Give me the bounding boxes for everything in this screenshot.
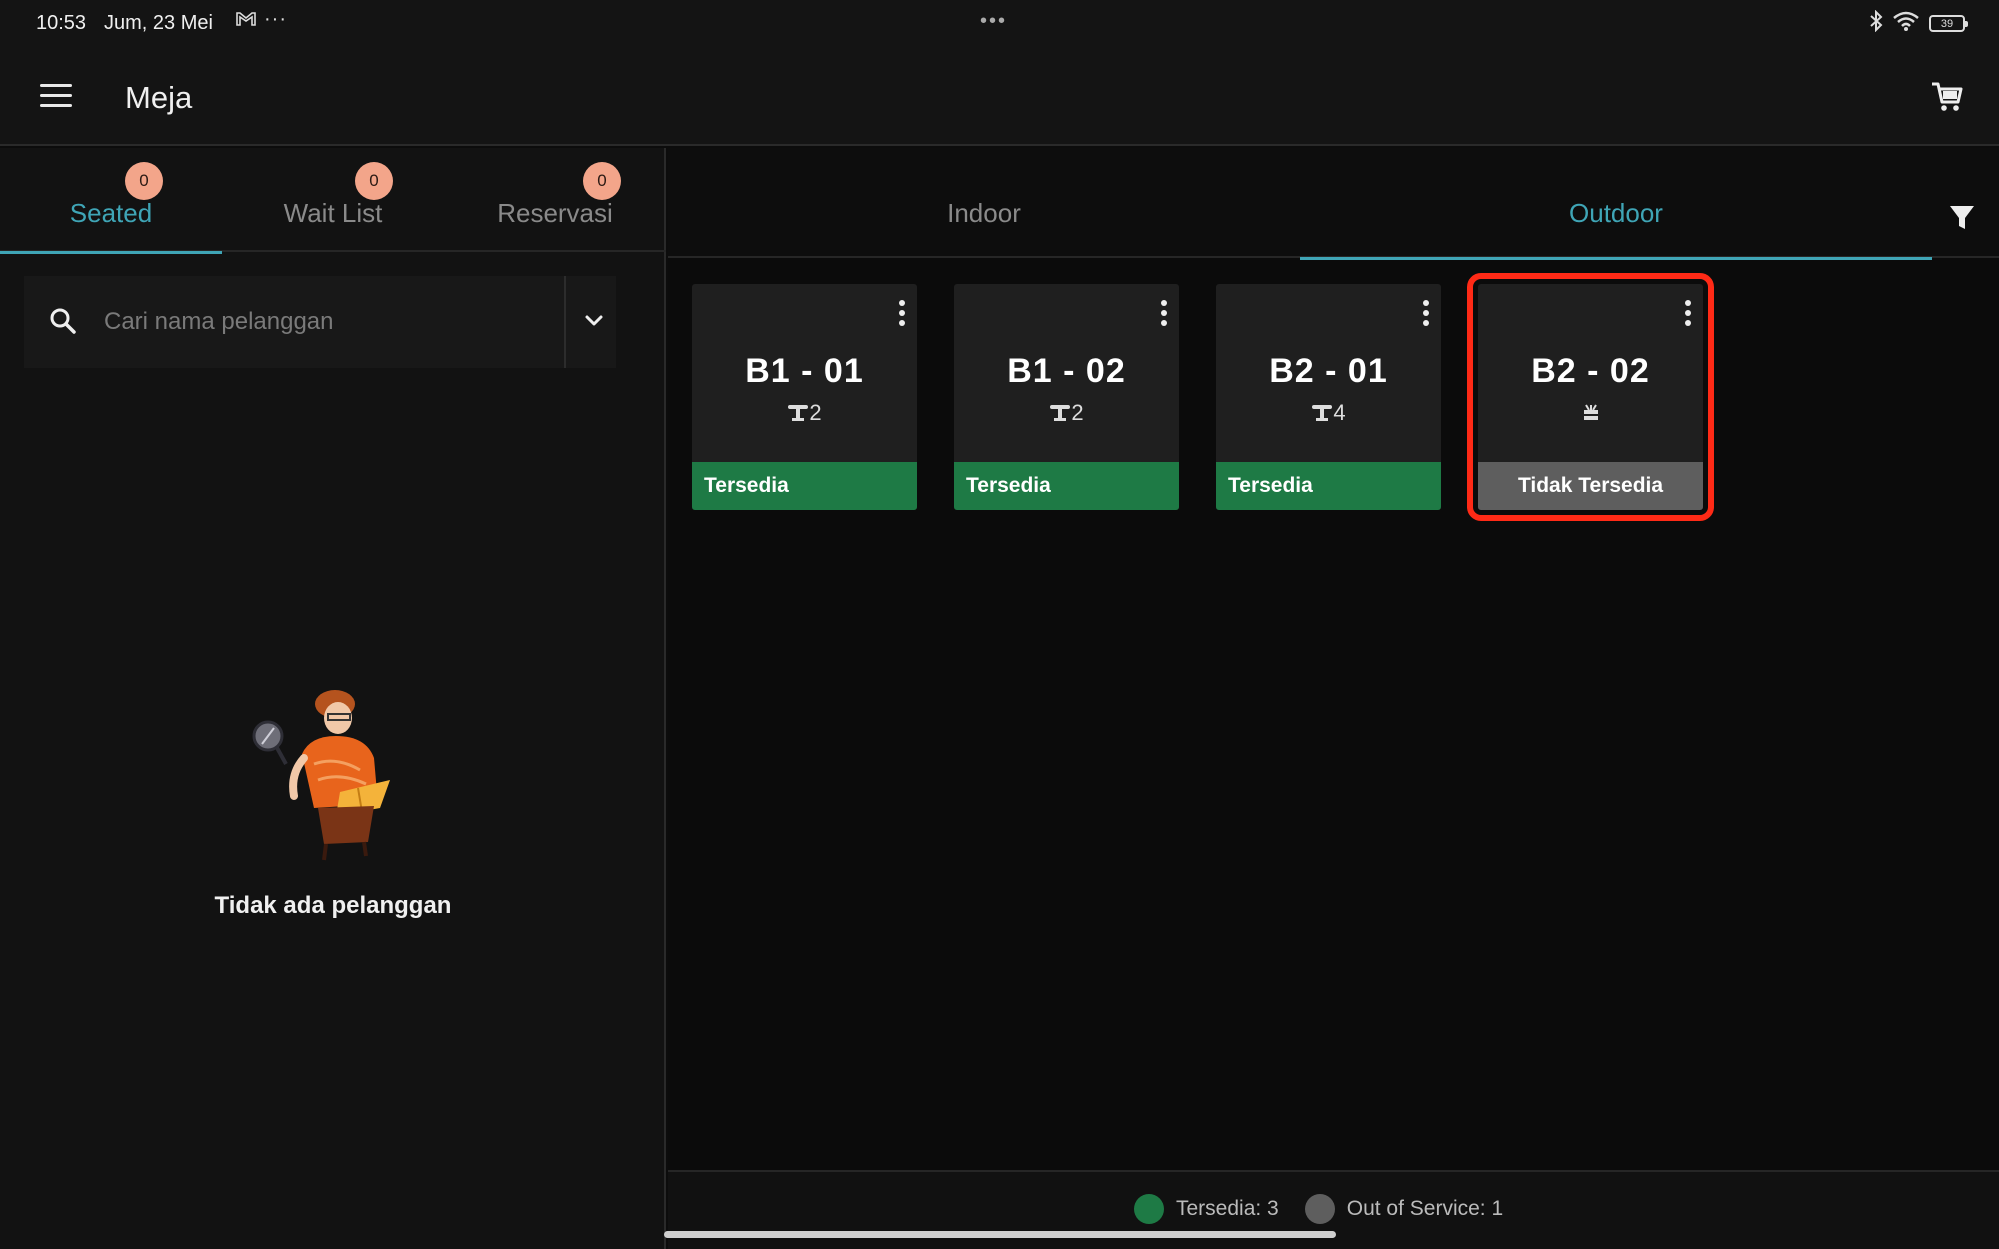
table-name: B2 - 01 xyxy=(1269,352,1388,390)
legend-available: Tersedia: 3 xyxy=(1176,1197,1279,1220)
status-legend: Tersedia: 3 Out of Service: 1 xyxy=(1134,1194,1503,1224)
table-capacity-icon xyxy=(1049,400,1071,425)
seat-count: 2 xyxy=(809,400,822,425)
tab-outdoor[interactable]: Outdoor xyxy=(1300,148,1932,260)
more-vert-icon[interactable] xyxy=(1159,300,1169,330)
status-bar: 10:53 Jum, 23 Mei ··· ••• 39 xyxy=(0,0,1999,46)
status-time: 10:53 xyxy=(36,12,87,34)
available-dot-icon xyxy=(1134,1194,1164,1224)
tab-indoor-label: Indoor xyxy=(947,198,1021,228)
bluetooth-icon xyxy=(1869,9,1883,37)
seat-count: 2 xyxy=(1071,400,1084,425)
status-right: 39 xyxy=(1869,9,1968,37)
table-status: Tidak Tersedia xyxy=(1478,462,1703,510)
tab-seated[interactable]: 0 Seated xyxy=(0,148,222,254)
tab-seated-label: Seated xyxy=(69,198,153,228)
table-card-b1-02[interactable]: B1 - 02 2 Tersedia xyxy=(954,284,1179,510)
more-vert-icon[interactable] xyxy=(1421,300,1431,330)
table-capacity-icon xyxy=(787,400,809,425)
tab-outdoor-label: Outdoor xyxy=(1569,198,1663,228)
table-name: B1 - 02 xyxy=(1007,352,1126,390)
cart-icon[interactable] xyxy=(1929,78,1965,114)
gmail-icon xyxy=(236,10,256,33)
search-icon xyxy=(48,306,80,338)
table-seats: 4 xyxy=(1216,400,1441,426)
table-status: Tersedia xyxy=(692,462,917,510)
page-title: Meja xyxy=(125,80,193,115)
more-vert-icon[interactable] xyxy=(897,300,907,330)
app-bar: Meja xyxy=(0,46,1999,146)
table-seats xyxy=(1478,400,1703,426)
tab-reservasi-label: Reservasi xyxy=(497,198,613,228)
more-vert-icon[interactable] xyxy=(1683,300,1693,330)
seated-count-badge: 0 xyxy=(125,162,163,200)
customer-search xyxy=(24,276,616,368)
table-status: Tersedia xyxy=(954,462,1179,510)
search-input[interactable] xyxy=(104,294,524,350)
chevron-down-icon[interactable] xyxy=(579,306,609,336)
table-seats: 2 xyxy=(692,400,917,426)
tab-wait-list[interactable]: 0 Wait List xyxy=(222,148,444,252)
tab-indoor[interactable]: Indoor xyxy=(668,148,1300,258)
search-divider xyxy=(564,276,566,368)
status-date: Jum, 23 Mei xyxy=(104,12,213,34)
tab-wait-list-label: Wait List xyxy=(283,198,383,228)
wifi-icon xyxy=(1893,11,1919,36)
out-of-service-icon xyxy=(1581,400,1601,425)
empty-state-illustration xyxy=(240,684,440,864)
wait-list-count-badge: 0 xyxy=(355,162,393,200)
reservasi-count-badge: 0 xyxy=(583,162,621,200)
multitask-dots-icon[interactable]: ••• xyxy=(980,10,1007,33)
customer-panel: 0 Seated 0 Wait List 0 Reservasi Cari na… xyxy=(0,148,666,1249)
table-capacity-icon xyxy=(1311,400,1333,425)
legend-out-of-service: Out of Service: 1 xyxy=(1346,1197,1504,1220)
filter-icon[interactable] xyxy=(1949,204,1975,232)
table-panel: Indoor Outdoor B1 - 01 2 Tersedia B1 - 0… xyxy=(668,148,1999,1249)
out-of-service-dot-icon xyxy=(1304,1194,1335,1224)
table-card-b2-02[interactable]: B2 - 02 Tidak Tersedia xyxy=(1467,273,1714,521)
table-name: B2 - 02 xyxy=(1531,352,1650,390)
table-seats: 2 xyxy=(954,400,1179,426)
tab-reservasi[interactable]: 0 Reservasi xyxy=(444,148,666,252)
table-name: B1 - 01 xyxy=(745,352,864,390)
battery-icon: 39 xyxy=(1929,15,1968,32)
more-notifications-icon: ··· xyxy=(264,8,287,30)
home-indicator[interactable] xyxy=(664,1231,1336,1238)
customer-tabs: 0 Seated 0 Wait List 0 Reservasi xyxy=(0,148,666,254)
table-card-b1-01[interactable]: B1 - 01 2 Tersedia xyxy=(692,284,917,510)
seat-count: 4 xyxy=(1333,400,1346,425)
table-card-b2-01[interactable]: B2 - 01 4 Tersedia xyxy=(1216,284,1441,510)
hamburger-menu-icon[interactable] xyxy=(40,84,72,108)
table-status: Tersedia xyxy=(1216,462,1441,510)
empty-state-text: Tidak ada pelanggan xyxy=(214,892,452,919)
area-tabs: Indoor Outdoor xyxy=(668,148,1999,260)
